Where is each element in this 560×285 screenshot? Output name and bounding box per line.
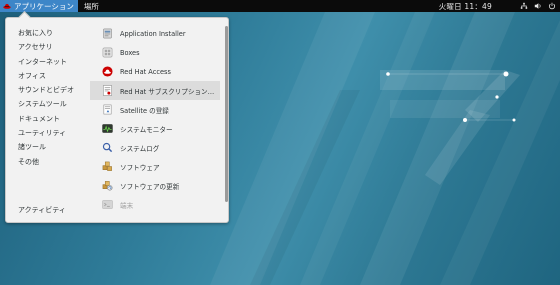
- app-terminal[interactable]: 端末: [90, 195, 220, 214]
- category-utilities[interactable]: ユーティリティ: [18, 126, 88, 140]
- menu-scrollbar[interactable]: [225, 26, 228, 202]
- app-software[interactable]: ソフトウェア: [90, 157, 220, 176]
- app-label: ソフトウェア: [120, 163, 160, 172]
- app-label: システムモニター: [120, 125, 173, 134]
- redhat-logo-icon: [3, 3, 11, 9]
- app-label: ソフトウェアの更新: [120, 182, 180, 191]
- software-update-icon: [102, 181, 113, 191]
- top-bar: アプリケーション 場所 火曜日 11：49: [0, 0, 560, 12]
- applications-menu-label: アプリケーション: [14, 1, 74, 11]
- app-system-monitor[interactable]: システムモニター: [90, 119, 220, 138]
- category-list: お気に入り アクセサリ インターネット オフィス サウンドとビデオ システムツー…: [18, 26, 88, 169]
- app-boxes[interactable]: Boxes: [90, 43, 220, 62]
- category-favorites[interactable]: お気に入り: [18, 26, 88, 40]
- package-installer-icon: [103, 28, 112, 39]
- category-documents[interactable]: ドキュメント: [18, 112, 88, 126]
- subscription-icon: [103, 85, 112, 96]
- system-monitor-icon: [102, 124, 113, 133]
- network-icon[interactable]: [520, 2, 528, 10]
- software-icon: [102, 161, 112, 171]
- category-sundry[interactable]: 諸ツール: [18, 140, 88, 154]
- category-system-tools[interactable]: システムツール: [18, 97, 88, 111]
- system-tray[interactable]: [520, 2, 556, 10]
- app-label: Boxes: [120, 48, 140, 57]
- boxes-icon: [102, 47, 113, 58]
- app-label: Red Hat サブスクリプション…: [120, 87, 215, 96]
- applications-menu-button[interactable]: アプリケーション: [0, 0, 78, 12]
- category-internet[interactable]: インターネット: [18, 55, 88, 69]
- app-label: システムログ: [120, 144, 160, 153]
- applications-menu-popup: お気に入り アクセサリ インターネット オフィス サウンドとビデオ システムツー…: [5, 17, 229, 223]
- activities-overview-link[interactable]: アクティビティ: [18, 205, 66, 215]
- app-label: Application Installer: [120, 29, 186, 38]
- power-icon[interactable]: [548, 2, 556, 10]
- application-list: Application Installer Boxes Red Hat Acce…: [90, 24, 220, 214]
- category-other[interactable]: その他: [18, 155, 88, 169]
- clock[interactable]: 火曜日 11：49: [439, 1, 492, 12]
- system-log-icon: [102, 142, 113, 153]
- app-application-installer[interactable]: Application Installer: [90, 24, 220, 43]
- places-menu-button[interactable]: 場所: [78, 1, 105, 12]
- category-sound-video[interactable]: サウンドとビデオ: [18, 83, 88, 97]
- satellite-icon: [103, 104, 112, 115]
- app-software-update[interactable]: ソフトウェアの更新: [90, 176, 220, 195]
- redhat-access-icon: [102, 66, 113, 77]
- terminal-icon: [102, 200, 113, 209]
- app-label: 端末: [120, 201, 134, 210]
- app-system-log[interactable]: システムログ: [90, 138, 220, 157]
- category-office[interactable]: オフィス: [18, 69, 88, 83]
- app-label: Satellite の登録: [120, 106, 169, 115]
- category-accessories[interactable]: アクセサリ: [18, 40, 88, 54]
- app-redhat-subscription[interactable]: Red Hat サブスクリプション…: [90, 81, 220, 100]
- app-satellite-registration[interactable]: Satellite の登録: [90, 100, 220, 119]
- app-redhat-access[interactable]: Red Hat Access: [90, 62, 220, 81]
- app-label: Red Hat Access: [120, 67, 171, 76]
- volume-icon[interactable]: [534, 2, 542, 10]
